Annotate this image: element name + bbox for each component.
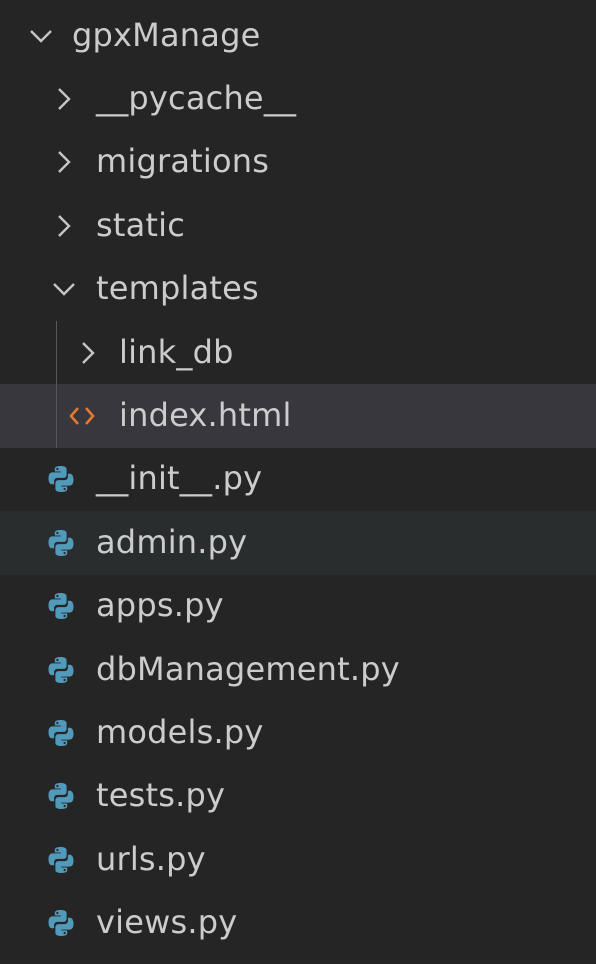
python-file-icon xyxy=(46,845,76,875)
tree-item-link-db[interactable]: link_db xyxy=(0,320,596,385)
python-file-icon xyxy=(46,908,76,938)
chevron-down-icon[interactable] xyxy=(49,274,79,304)
tree-item-label: views.py xyxy=(96,903,238,942)
tree-item-label: urls.py xyxy=(96,840,206,879)
chevron-right-icon[interactable] xyxy=(49,84,79,114)
tree-item-label: gpxManage xyxy=(72,15,261,54)
tree-item-static[interactable]: static xyxy=(0,194,596,257)
tree-item-models-py[interactable]: models.py xyxy=(0,701,596,764)
tree-item-label: __init__.py xyxy=(96,459,263,498)
tree-item-apps-py[interactable]: apps.py xyxy=(0,575,596,638)
tree-item-label: apps.py xyxy=(96,586,224,625)
python-file-icon xyxy=(46,718,76,748)
indent-guide xyxy=(56,384,57,448)
python-file-icon xyxy=(46,528,76,558)
tree-item-label: dbManagement.py xyxy=(96,649,400,688)
tree-item-label: templates xyxy=(96,269,259,308)
tree-item-templates[interactable]: templates xyxy=(0,258,596,321)
chevron-right-icon[interactable] xyxy=(73,338,103,368)
tree-item-tests-py[interactable]: tests.py xyxy=(0,765,596,828)
tree-item-label: __pycache__ xyxy=(96,79,297,118)
tree-item-label: tests.py xyxy=(96,776,226,815)
python-file-icon xyxy=(46,591,76,621)
chevron-down-icon[interactable] xyxy=(26,21,56,51)
tree-item-init-py[interactable]: __init__.py xyxy=(0,448,596,511)
indent-guide xyxy=(56,320,57,385)
html-file-icon xyxy=(67,401,97,431)
tree-item-label: link_db xyxy=(119,332,234,371)
file-explorer-tree: gpxManage __pycache__ migrations static … xyxy=(0,4,596,955)
tree-item-label: models.py xyxy=(96,713,264,752)
tree-item-views-py[interactable]: views.py xyxy=(0,891,596,954)
python-file-icon xyxy=(46,464,76,494)
python-file-icon xyxy=(46,781,76,811)
tree-item-label: index.html xyxy=(119,396,292,435)
chevron-right-icon[interactable] xyxy=(49,211,79,241)
chevron-right-icon[interactable] xyxy=(49,147,79,177)
tree-item-pycache[interactable]: __pycache__ xyxy=(0,67,596,130)
tree-item-index-html[interactable]: index.html xyxy=(0,384,596,448)
python-file-icon xyxy=(46,655,76,685)
tree-item-urls-py[interactable]: urls.py xyxy=(0,828,596,891)
tree-item-admin-py[interactable]: admin.py xyxy=(0,511,596,575)
tree-item-migrations[interactable]: migrations xyxy=(0,131,596,194)
tree-item-dbmanagement-py[interactable]: dbManagement.py xyxy=(0,638,596,701)
tree-item-label: static xyxy=(96,206,186,245)
tree-item-label: admin.py xyxy=(96,523,248,562)
tree-item-gpxmanage[interactable]: gpxManage xyxy=(0,4,596,67)
tree-item-label: migrations xyxy=(96,142,270,181)
